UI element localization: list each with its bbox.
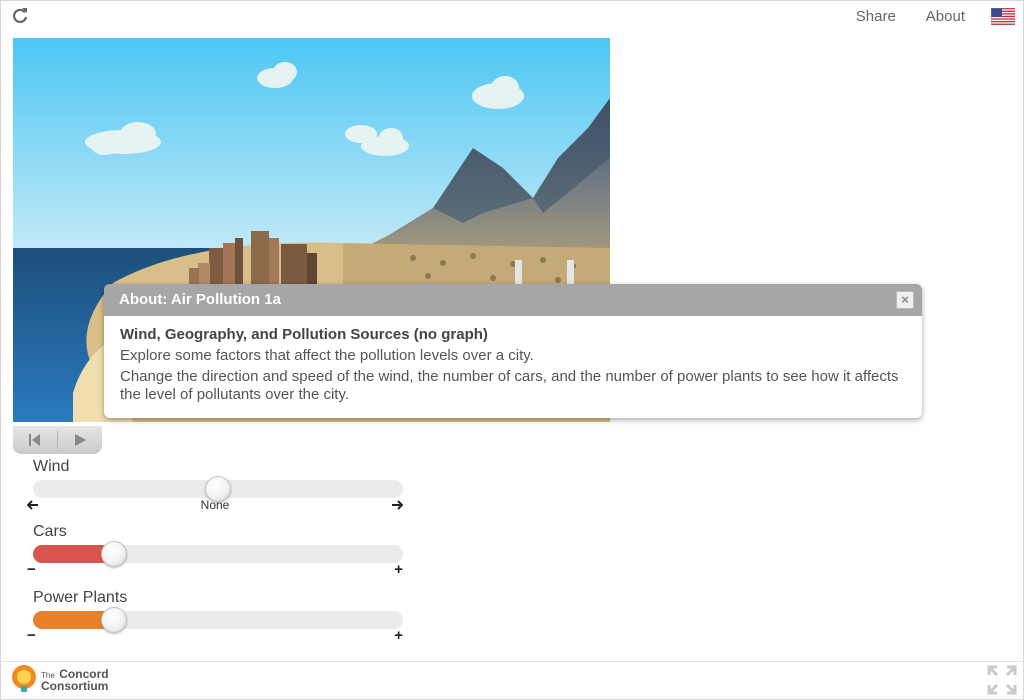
power-plants-slider-block: Power Plants − + <box>27 588 405 643</box>
play-icon <box>75 434 86 446</box>
fullscreen-icon[interactable] <box>987 665 1017 695</box>
cars-slider-block: Cars − + <box>27 522 405 577</box>
dialog-text-1: Explore some factors that affect the pol… <box>120 347 534 364</box>
top-nav: Share About <box>856 6 1015 26</box>
wind-none-label: None <box>200 498 230 512</box>
concord-logo[interactable]: The Concord Consortium <box>11 664 109 696</box>
logo-text: The Concord Consortium <box>41 668 109 692</box>
power-plants-slider-ends: − + <box>27 627 403 644</box>
lightbulb-logo-icon <box>12 665 36 692</box>
plus-icon: + <box>394 627 403 644</box>
about-dialog: About: Air Pollution 1a × Wind, Geograph… <box>104 284 922 418</box>
minus-icon: − <box>27 627 36 644</box>
wind-slider-track[interactable] <box>33 476 403 502</box>
wind-label: Wind <box>33 458 70 475</box>
app-frame: Share About Wind None Cars − + Power Pla… <box>0 0 1024 700</box>
arrow-right-icon <box>392 500 403 510</box>
plus-icon: + <box>394 561 403 578</box>
cars-label: Cars <box>33 523 67 540</box>
reload-icon[interactable] <box>11 6 29 24</box>
power-plants-slider-track[interactable] <box>33 607 403 633</box>
logo-consortium: Consortium <box>41 679 109 693</box>
close-icon[interactable]: × <box>896 291 914 309</box>
footer-divider <box>1 661 1023 662</box>
reset-to-start-icon <box>29 434 40 446</box>
us-flag-icon[interactable] <box>991 7 1015 25</box>
cars-slider-ends: − + <box>27 561 403 578</box>
dialog-text-2: Change the direction and speed of the wi… <box>120 368 899 403</box>
minus-icon: − <box>27 561 36 578</box>
cars-slider-track[interactable] <box>33 541 403 567</box>
wind-slider-ends: None <box>27 498 403 512</box>
dialog-heading: Wind, Geography, and Pollution Sources (… <box>120 326 488 343</box>
about-link[interactable]: About <box>926 8 965 25</box>
dialog-title: About: Air Pollution 1a <box>119 291 281 308</box>
share-link[interactable]: Share <box>856 8 896 25</box>
play-button[interactable] <box>58 426 102 454</box>
dialog-body: Wind, Geography, and Pollution Sources (… <box>104 316 922 404</box>
power-plants-label: Power Plants <box>33 589 128 606</box>
playback-controls <box>13 426 102 454</box>
reset-button[interactable] <box>13 426 57 454</box>
wind-slider-block: Wind None <box>27 457 405 512</box>
dialog-title-bar: About: Air Pollution 1a × <box>104 284 922 316</box>
